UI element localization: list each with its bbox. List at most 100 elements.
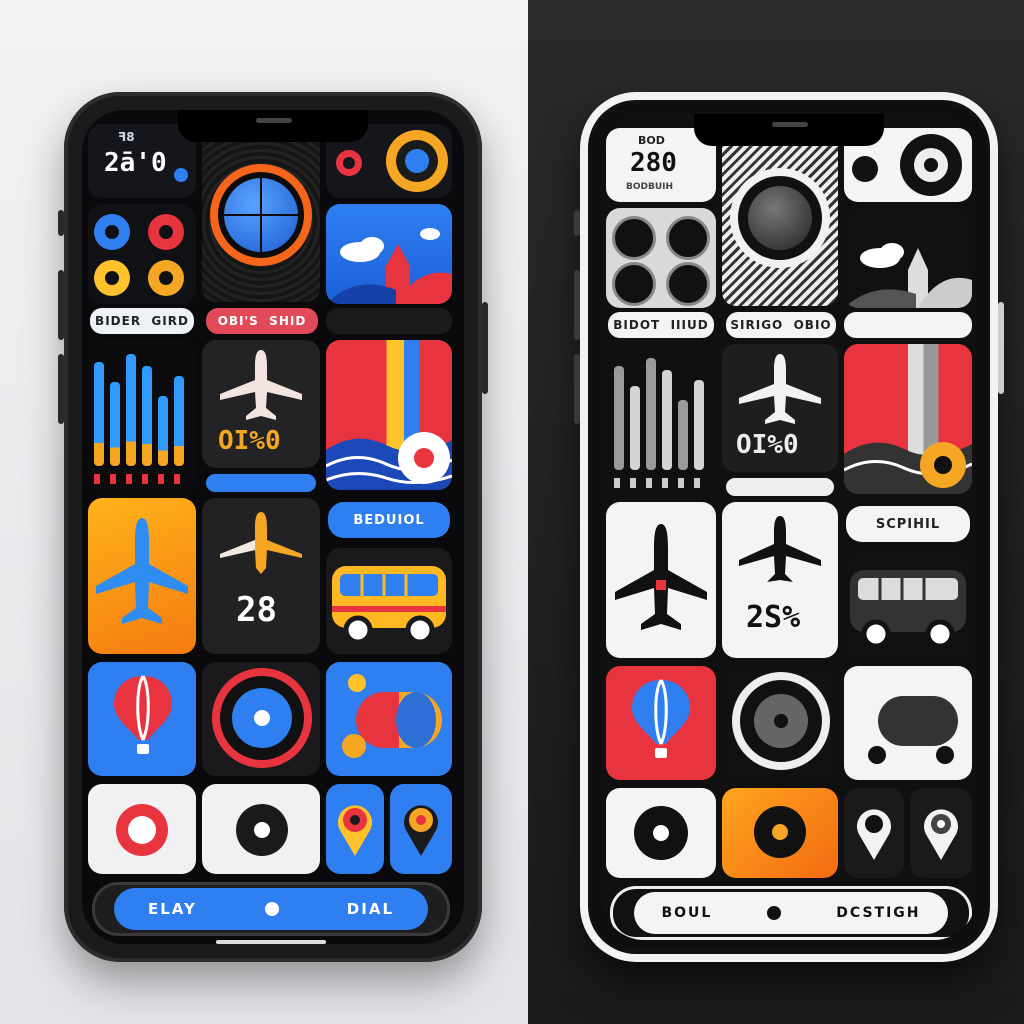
phone-monochrome: BOD 280 BODBUIH BIDOT ⁠ IIIUD SIRIGO ⁠ O…	[574, 92, 1004, 962]
bus-icon	[332, 566, 446, 645]
dial-icon[interactable]	[666, 262, 710, 306]
bus-widget[interactable]	[844, 552, 972, 658]
quick-controls-grid	[88, 204, 196, 304]
dock-left-label[interactable]: BOUL	[661, 905, 712, 921]
airplane-app-tile[interactable]	[606, 502, 716, 658]
dock-bar[interactable]: ELAY DIAL	[114, 888, 428, 930]
record-tile[interactable]	[722, 788, 838, 878]
equalizer-widget[interactable]	[88, 340, 196, 490]
record-tile[interactable]	[88, 784, 196, 874]
flight-progress-pill	[206, 474, 316, 492]
navigation-tile[interactable]	[390, 784, 452, 874]
temperature-widget[interactable]: 2S%	[722, 502, 838, 658]
balloon-app-tile[interactable]	[88, 662, 196, 776]
status-number: 280	[630, 148, 677, 178]
landscape-icon	[326, 228, 452, 304]
location-pin-icon	[857, 809, 891, 860]
bus-icon	[850, 570, 966, 649]
airplane-icon	[739, 516, 821, 582]
quick-controls-grid	[606, 208, 716, 308]
airplane-app-tile[interactable]	[88, 498, 196, 654]
scenery-widget[interactable]	[844, 344, 972, 494]
notch	[178, 110, 368, 142]
speaker-widget[interactable]	[202, 662, 320, 776]
speaker-widget[interactable]	[722, 666, 838, 780]
widget-pill[interactable]: OBI'S ⁠ SHID	[206, 308, 318, 334]
dial-icon[interactable]	[666, 216, 710, 260]
compass-widget[interactable]	[202, 124, 320, 302]
scene-widget[interactable]	[326, 662, 452, 776]
compass-icon	[748, 186, 812, 250]
camera-icon[interactable]	[852, 156, 878, 182]
flight-progress-pill	[726, 478, 834, 496]
mute-switch[interactable]	[58, 210, 64, 236]
mute-switch[interactable]	[574, 210, 580, 236]
play-tile[interactable]	[202, 784, 320, 874]
dock: BOUL DCSTIGH	[610, 886, 972, 940]
dock-center-dot[interactable]	[264, 902, 279, 916]
power-button[interactable]	[482, 302, 488, 394]
status-mini-label: ꟻ8	[118, 130, 135, 144]
dock-right-label[interactable]: DCSTIGH	[836, 905, 920, 921]
dial-icon[interactable]	[612, 262, 656, 306]
dock-center-dot[interactable]	[767, 906, 782, 920]
status-number: 2ā'0	[104, 148, 167, 178]
temperature-value: 2S%	[746, 600, 801, 635]
flower-icon	[342, 734, 366, 758]
phone-color: ꟻ8 2ā'0 BIDER ⁠ GIRD OBI'S ⁠ SHID	[58, 92, 488, 962]
volume-up-button[interactable]	[58, 270, 64, 340]
bus-widget[interactable]	[326, 548, 452, 654]
location-tile[interactable]	[326, 784, 384, 874]
temperature-value: 28	[236, 590, 277, 630]
status-top-label: BOD	[638, 134, 665, 147]
screen: ꟻ8 2ā'0 BIDER ⁠ GIRD OBI'S ⁠ SHID	[82, 110, 464, 944]
fan-icon	[754, 694, 808, 748]
scenery-widget[interactable]	[326, 340, 452, 490]
flight-widget[interactable]: OI%0	[202, 340, 320, 468]
airplane-icon	[96, 518, 188, 624]
status-widget[interactable]: ꟻ8 2ā'0	[88, 124, 196, 198]
balloon-app-tile[interactable]	[606, 666, 716, 780]
airplane-icon	[615, 524, 707, 630]
home-indicator[interactable]	[216, 940, 326, 944]
airplane-icon	[739, 354, 821, 424]
screen: BOD 280 BODBUIH BIDOT ⁠ IIIUD SIRIGO ⁠ O…	[602, 114, 976, 940]
widget-pill[interactable]: BIDOT ⁠ IIIUD	[608, 312, 714, 338]
dock-bar[interactable]: BOUL DCSTIGH	[634, 892, 948, 934]
dock: ELAY DIAL	[92, 882, 450, 936]
volume-down-button[interactable]	[574, 354, 580, 424]
scene-widget[interactable]	[844, 666, 972, 780]
power-button[interactable]	[998, 302, 1004, 394]
volume-up-button[interactable]	[574, 270, 580, 340]
weather-widget[interactable]	[844, 208, 972, 308]
primary-action-button[interactable]: BEDUIOL	[328, 502, 450, 538]
widget-pill-empty	[326, 308, 452, 334]
dock-right-label[interactable]: DIAL	[347, 900, 394, 918]
location-pin-icon	[338, 805, 372, 856]
navigation-tile[interactable]	[910, 788, 972, 878]
flight-percent: OI%0	[736, 430, 799, 460]
temperature-widget[interactable]: 28	[202, 498, 320, 654]
widget-pill[interactable]: BIDER ⁠ GIRD	[90, 308, 194, 334]
volume-down-button[interactable]	[58, 354, 64, 424]
widget-pill-empty	[844, 312, 972, 338]
location-tile[interactable]	[844, 788, 904, 878]
widget-pill[interactable]: SIRIGO ⁠ OBIO	[726, 312, 836, 338]
dial-icon[interactable]	[612, 216, 656, 260]
flight-widget[interactable]: OI%0	[722, 344, 838, 472]
location-pin-icon	[404, 805, 438, 856]
location-pin-icon	[924, 809, 958, 860]
weather-widget[interactable]	[326, 204, 452, 304]
equalizer-widget[interactable]	[606, 344, 716, 494]
balloon-icon	[114, 675, 172, 754]
vehicle-icon	[878, 696, 958, 746]
dock-left-label[interactable]: ELAY	[148, 900, 197, 918]
compass-widget[interactable]	[722, 128, 838, 306]
play-tile[interactable]	[606, 788, 716, 878]
status-dot	[174, 168, 188, 182]
landscape-icon	[844, 243, 972, 308]
airplane-icon	[220, 350, 302, 420]
primary-action-button[interactable]: SCPIHIL	[846, 506, 970, 542]
balloon-icon	[632, 679, 690, 758]
status-sub-label: BODBUIH	[626, 182, 674, 192]
